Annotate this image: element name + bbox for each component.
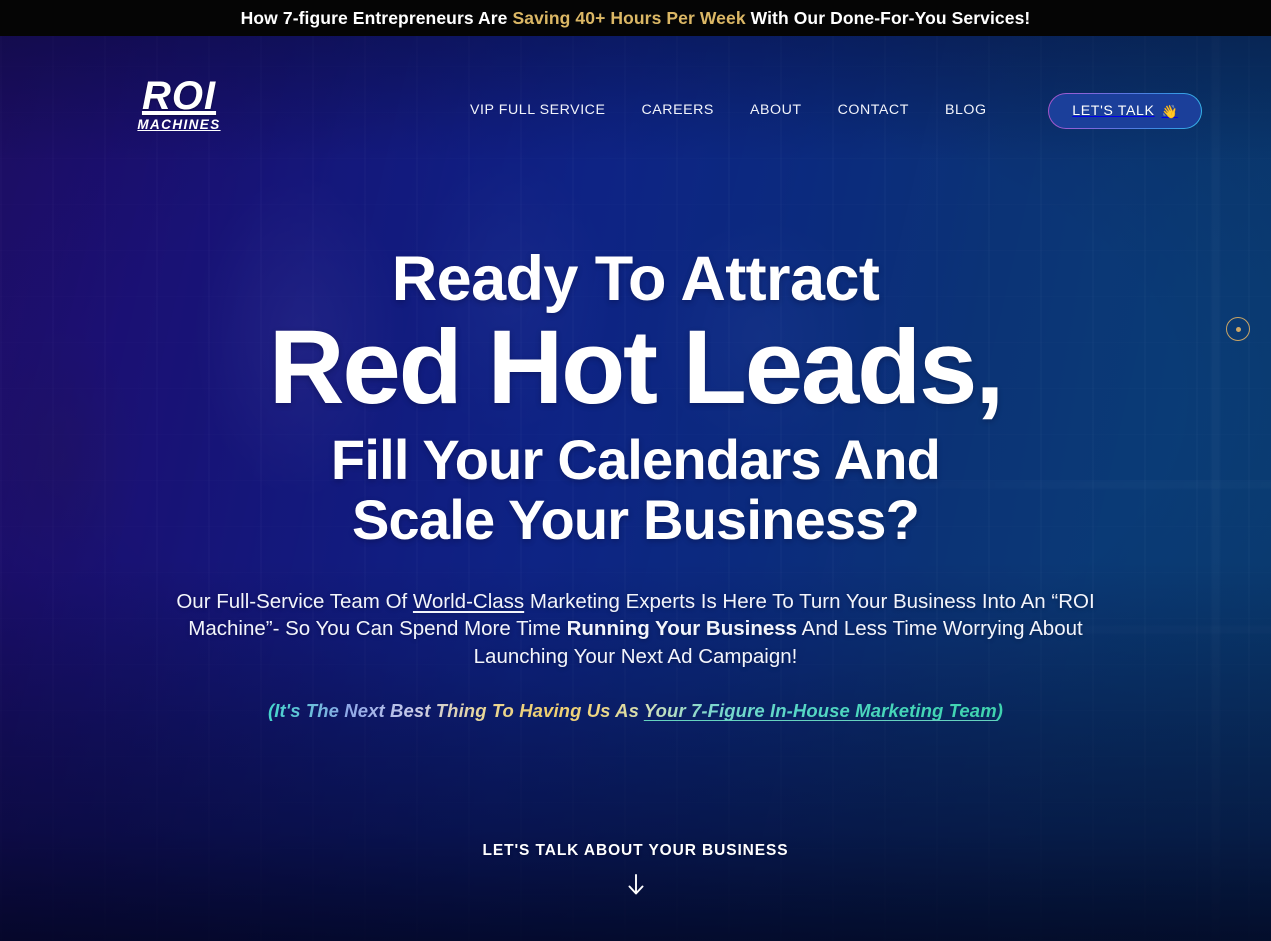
subcopy-world-class-link[interactable]: World-Class	[413, 590, 524, 613]
announcement-text: How 7-figure Entrepreneurs Are Saving 40…	[241, 8, 1031, 29]
headline-line-1: Ready To Attract	[391, 244, 880, 314]
announcement-prefix: How 7-figure Entrepreneurs Are	[240, 7, 513, 28]
headline-line-4: Scale Your Business?	[351, 488, 920, 552]
announcement-suffix: With Our Done-For-You Services!	[745, 7, 1031, 28]
hero-subcopy: Our Full-Service Team Of World-Class Mar…	[156, 588, 1116, 670]
headline-line-2: Red Hot Leads,	[268, 309, 1005, 426]
site-logo[interactable]: ROI MACHINES	[131, 74, 227, 132]
site-header: ROI MACHINES VIP FULL SERVICE CAREERS AB…	[0, 36, 1271, 148]
tagline-prefix: (It's The Next Best Thing To Having Us A…	[267, 700, 644, 722]
lets-talk-label: LET'S TALK	[1072, 103, 1155, 119]
nav-item-blog[interactable]: BLOG	[927, 96, 1005, 124]
hero-content: Ready To Attract Red Hot Leads, Fill You…	[0, 36, 1271, 941]
nav-item-vip-full-service[interactable]: VIP FULL SERVICE	[470, 96, 624, 124]
announcement-bar: How 7-figure Entrepreneurs Are Saving 40…	[0, 0, 1271, 36]
headline-line-3: Fill Your Calendars And	[330, 428, 941, 492]
main-navigation: VIP FULL SERVICE CAREERS ABOUT CONTACT B…	[470, 96, 1005, 124]
lets-talk-button[interactable]: LET'S TALK 👋	[1048, 93, 1202, 129]
subcopy-emphasis: Running Your Business	[566, 617, 798, 641]
nav-item-careers[interactable]: CAREERS	[624, 96, 732, 124]
waving-hand-icon: 👋	[1161, 103, 1178, 119]
scroll-indicator-center-dot	[1235, 326, 1241, 332]
tagline-suffix: )	[996, 700, 1004, 722]
hero-headline: Ready To Attract Red Hot Leads, Fill You…	[268, 244, 1005, 552]
tagline-link[interactable]: Your 7-Figure In-House Marketing Team	[644, 700, 997, 721]
logo-secondary-text: MACHINES	[137, 116, 221, 132]
logo-primary-text: ROI	[141, 74, 217, 118]
subcopy-part-1: Our Full-Service Team Of	[176, 590, 413, 613]
hero-section: ROI MACHINES VIP FULL SERVICE CAREERS AB…	[0, 36, 1271, 941]
arrow-down-icon[interactable]	[626, 874, 646, 896]
scroll-indicator-dot[interactable]	[1226, 317, 1250, 341]
lets-talk-about-business-label[interactable]: LET'S TALK ABOUT YOUR BUSINESS	[483, 842, 789, 860]
nav-item-about[interactable]: ABOUT	[732, 96, 820, 124]
hero-tagline: (It's The Next Best Thing To Having Us A…	[268, 700, 1003, 722]
announcement-highlight: Saving 40+ Hours Per Week	[512, 7, 746, 28]
hero-cta-block: LET'S TALK ABOUT YOUR BUSINESS	[0, 842, 1271, 896]
nav-item-contact[interactable]: CONTACT	[820, 96, 927, 124]
